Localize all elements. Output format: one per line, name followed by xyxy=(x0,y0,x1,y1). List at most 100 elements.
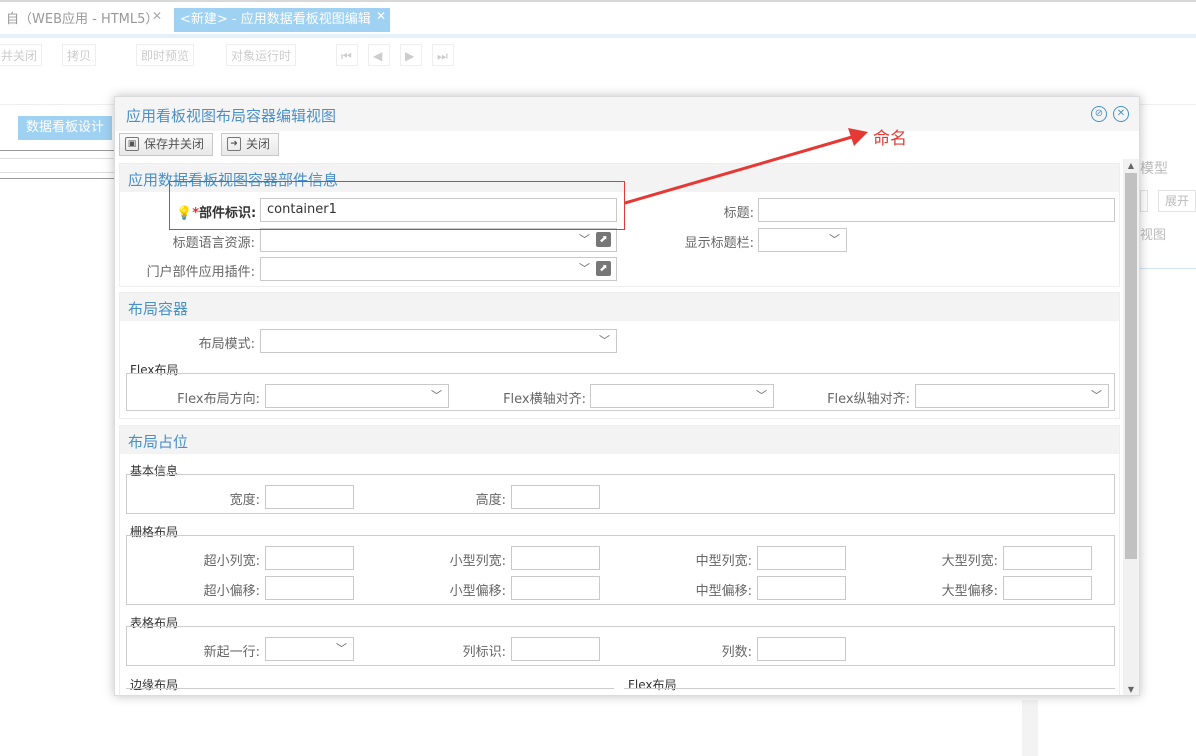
close-icon[interactable]: ✕ xyxy=(152,4,162,28)
background-tab-bar: 自（WEB应用 - HTML5） ✕ <新建> - 应用数据看板视图编辑 ✕ xyxy=(0,0,1196,38)
tab-dashboard-design[interactable]: 数据看板设计 xyxy=(18,116,112,140)
sm-offset-label: 小型偏移: xyxy=(449,584,506,599)
title-input[interactable] xyxy=(758,198,1115,222)
lg-offset-label: 大型偏移: xyxy=(941,584,998,599)
col-id-label: 列标识: xyxy=(462,645,506,660)
open-picker-icon[interactable]: ⬈ xyxy=(596,232,611,247)
save-close-label: 保存并关闭 xyxy=(144,137,205,151)
divider xyxy=(0,178,115,179)
section-title: 布局容器 xyxy=(128,300,189,318)
xs-col-input[interactable] xyxy=(265,546,354,570)
save-close-button[interactable]: ▣ 保存并关闭 xyxy=(119,133,213,156)
section-header: 布局容器 xyxy=(120,293,1119,321)
divider xyxy=(0,158,115,159)
xs-col-label: 超小列宽: xyxy=(203,554,260,569)
edge-fieldset-legend: 边缘布局 xyxy=(130,678,179,692)
background-toolbar: 并关闭 拷贝 即时预览 对象运行时 ⏮ ◀ ▶ ⏭ xyxy=(0,40,1196,68)
col-count-label: 列数: xyxy=(721,645,752,660)
scroll-down-icon[interactable]: ▼ xyxy=(1123,683,1139,695)
xs-offset-input[interactable] xyxy=(265,576,354,600)
close-icon[interactable]: ✕ xyxy=(1113,106,1129,122)
save-close-button[interactable]: 并关闭 xyxy=(0,44,43,66)
portal-plugin-select[interactable]: ﹀ ⬈ xyxy=(260,257,617,281)
sm-col-input[interactable] xyxy=(511,546,600,570)
chevron-down-icon: ﹀ xyxy=(1091,389,1102,402)
new-row-select[interactable]: ﹀ xyxy=(265,637,354,661)
annotation-label: 命名 xyxy=(873,129,907,149)
restore-icon[interactable]: ⊘ xyxy=(1091,106,1107,122)
lang-resource-label: 标题语言资源: xyxy=(172,236,255,251)
open-picker-icon[interactable]: ⬈ xyxy=(596,261,611,276)
show-title-bar-select[interactable]: ﹀ xyxy=(758,228,847,252)
exit-icon: ➜ xyxy=(227,137,241,151)
panel-button[interactable] xyxy=(1140,190,1148,212)
chevron-down-icon: ﹀ xyxy=(431,389,442,402)
lang-resource-select[interactable]: ﹀ ⬈ xyxy=(260,228,617,252)
md-offset-input[interactable] xyxy=(757,576,846,600)
show-title-bar-label: 显示标题栏: xyxy=(684,236,754,251)
layout-position-section: 布局占位 基本信息 宽度: 高度: 栅格布局 超小列宽: 小型列宽: 中型列宽:… xyxy=(119,425,1120,695)
chevron-down-icon: ﹀ xyxy=(579,262,590,275)
sm-col-label: 小型列宽: xyxy=(449,554,506,569)
chevron-down-icon: ﹀ xyxy=(829,233,840,246)
lg-col-input[interactable] xyxy=(1003,546,1092,570)
tab-dashboard-edit[interactable]: <新建> - 应用数据看板视图编辑 ✕ xyxy=(174,8,390,32)
flex-v-align-select[interactable]: ﹀ xyxy=(915,384,1109,408)
chevron-down-icon: ﹀ xyxy=(579,233,590,246)
flex-direction-select[interactable]: ﹀ xyxy=(265,384,449,408)
tab-label: 自（WEB应用 - HTML5） xyxy=(6,12,159,27)
xs-offset-label: 超小偏移: xyxy=(203,584,260,599)
new-row-label: 新起一行: xyxy=(203,645,260,660)
next-icon[interactable]: ▶ xyxy=(400,44,422,66)
runtime-button[interactable]: 对象运行时 xyxy=(226,44,297,66)
layout-container-section: 布局容器 布局模式: ﹀ Flex布局 Flex布局方向: ﹀ Flex横轴对齐… xyxy=(119,292,1120,419)
flex-fieldset-legend: Flex布局 xyxy=(628,678,677,692)
sm-offset-input[interactable] xyxy=(511,576,600,600)
divider xyxy=(0,172,115,173)
scroll-thumb[interactable] xyxy=(1125,173,1137,559)
width-label: 宽度: xyxy=(229,493,260,508)
vertical-scrollbar[interactable]: ▲ ▼ xyxy=(1123,159,1139,695)
md-offset-label: 中型偏移: xyxy=(695,584,752,599)
flex-h-align-label: Flex横轴对齐: xyxy=(503,392,586,407)
height-label: 高度: xyxy=(475,493,506,508)
dialog-header: 应用看板视图布局容器编辑视图 ⊘ ✕ xyxy=(115,97,1139,131)
section-header: 布局占位 xyxy=(120,426,1119,454)
chevron-down-icon: ﹀ xyxy=(599,334,610,347)
height-input[interactable] xyxy=(511,485,600,509)
dialog-title: 应用看板视图布局容器编辑视图 xyxy=(126,107,337,125)
md-col-input[interactable] xyxy=(757,546,846,570)
close-button[interactable]: ➜ 关闭 xyxy=(221,133,279,156)
tab-web-app[interactable]: 自（WEB应用 - HTML5） ✕ xyxy=(0,8,166,32)
lg-offset-input[interactable] xyxy=(1003,576,1092,600)
layout-mode-label: 布局模式: xyxy=(198,337,255,352)
prev-icon[interactable]: ◀ xyxy=(368,44,390,66)
flex-v-align-label: Flex纵轴对齐: xyxy=(827,392,910,407)
md-col-label: 中型列宽: xyxy=(695,554,752,569)
section-title: 布局占位 xyxy=(128,433,189,451)
save-icon: ▣ xyxy=(125,137,139,151)
close-icon[interactable]: ✕ xyxy=(376,4,386,28)
view-label: 视图 xyxy=(1140,228,1167,243)
scroll-up-icon[interactable]: ▲ xyxy=(1123,159,1139,173)
annotation-highlight-box xyxy=(169,181,625,230)
width-input[interactable] xyxy=(265,485,354,509)
copy-button[interactable]: 拷贝 xyxy=(62,44,97,66)
flex-direction-label: Flex布局方向: xyxy=(177,392,260,407)
model-panel-title: 模型 xyxy=(1140,161,1168,177)
close-label: 关闭 xyxy=(246,137,271,151)
layout-mode-select[interactable]: ﹀ xyxy=(260,329,617,353)
title-label: 标题: xyxy=(723,206,754,221)
first-icon[interactable]: ⏮ xyxy=(336,44,358,66)
chevron-down-icon: ﹀ xyxy=(756,389,767,402)
expand-button[interactable]: 展开 xyxy=(1158,190,1196,212)
chevron-down-icon: ﹀ xyxy=(336,642,347,655)
col-count-input[interactable] xyxy=(757,637,846,661)
preview-button[interactable]: 即时预览 xyxy=(136,44,195,66)
dialog-body: 应用数据看板视图容器部件信息 💡*部件标识: container1 标题: 标题… xyxy=(119,161,1120,695)
tab-label: <新建> - 应用数据看板视图编辑 xyxy=(180,12,371,27)
flex-h-align-select[interactable]: ﹀ xyxy=(590,384,774,408)
col-id-input[interactable] xyxy=(511,637,600,661)
divider xyxy=(0,150,115,151)
last-icon[interactable]: ⏭ xyxy=(432,44,454,66)
